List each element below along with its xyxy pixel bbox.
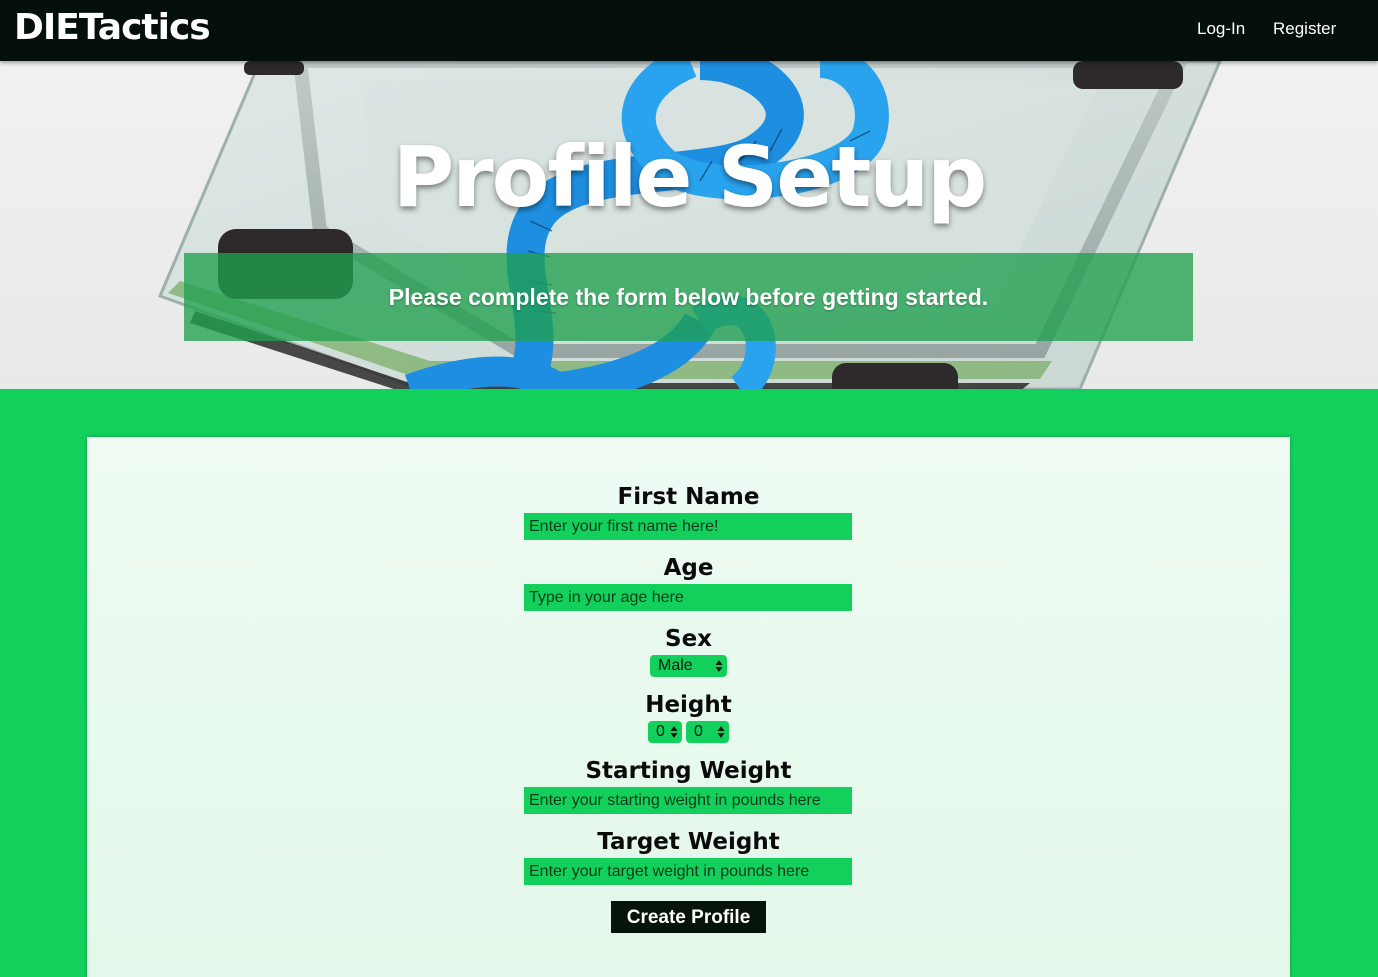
select-arrows-icon — [715, 660, 723, 672]
height-inches-select[interactable]: 0 — [686, 721, 729, 743]
first-name-label: First Name — [617, 484, 760, 510]
sex-label: Sex — [665, 626, 712, 652]
form-section: First Name Age Sex Male Height 0 0 — [0, 389, 1378, 977]
brand-logo[interactable]: DIETactics — [14, 6, 211, 50]
profile-form-card: First Name Age Sex Male Height 0 0 — [87, 437, 1290, 977]
age-label: Age — [663, 555, 714, 581]
hero-banner: Please complete the form below before ge… — [184, 253, 1193, 341]
sex-select-value: Male — [658, 657, 693, 674]
starting-weight-label: Starting Weight — [585, 758, 792, 784]
hero-subtitle: Please complete the form below before ge… — [388, 284, 989, 310]
age-input[interactable] — [524, 584, 852, 611]
login-link[interactable]: Log-In — [1197, 18, 1245, 40]
select-arrows-icon — [717, 726, 725, 738]
page-title: Profile Setup — [392, 128, 988, 226]
height-feet-select[interactable]: 0 — [648, 721, 682, 743]
create-profile-button[interactable]: Create Profile — [611, 901, 766, 933]
register-link[interactable]: Register — [1273, 18, 1336, 40]
height-feet-value: 0 — [656, 723, 665, 740]
sex-select[interactable]: Male — [650, 655, 727, 677]
hero-section: Profile Setup Please complete the form b… — [0, 61, 1378, 389]
first-name-input[interactable] — [524, 513, 852, 540]
navbar: DIETactics Log-In Register — [0, 0, 1378, 61]
height-label: Height — [645, 692, 732, 718]
select-arrows-icon — [670, 726, 678, 738]
height-inches-value: 0 — [694, 723, 703, 740]
target-weight-input[interactable] — [524, 858, 852, 885]
target-weight-label: Target Weight — [597, 829, 780, 855]
starting-weight-input[interactable] — [524, 787, 852, 814]
